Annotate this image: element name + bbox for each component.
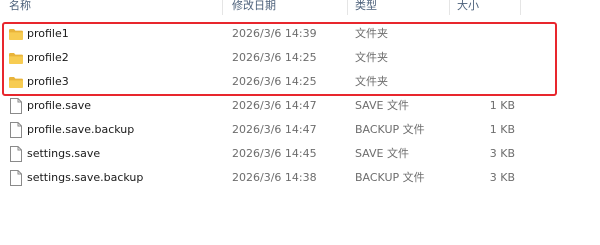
column-header-type[interactable]: 类型: [355, 0, 377, 15]
file-type: SAVE 文件: [355, 99, 409, 112]
file-row[interactable]: profile.save.backup 2026/3/6 14:47 BACKU…: [0, 118, 600, 142]
column-separator[interactable]: [347, 0, 348, 15]
file-row[interactable]: settings.save.backup 2026/3/6 14:38 BACK…: [0, 166, 600, 190]
column-header-bar: 名称 修改日期 类型 大小: [0, 0, 600, 15]
file-icon: [10, 170, 22, 186]
file-type: SAVE 文件: [355, 147, 409, 160]
file-type: BACKUP 文件: [355, 123, 425, 136]
column-header-name[interactable]: 名称: [9, 0, 31, 15]
file-row[interactable]: settings.save 2026/3/6 14:45 SAVE 文件 3 K…: [0, 142, 600, 166]
file-modified-date: 2026/3/6 14:47: [232, 99, 317, 112]
file-name: profile.save: [27, 99, 91, 112]
column-separator[interactable]: [449, 0, 450, 15]
file-icon: [10, 146, 22, 162]
file-name: settings.save: [27, 147, 101, 160]
column-header-size[interactable]: 大小: [457, 0, 479, 15]
file-modified-date: 2026/3/6 14:38: [232, 171, 317, 184]
file-name: settings.save.backup: [27, 171, 144, 184]
file-size: 1 KB: [489, 123, 515, 136]
column-header-date[interactable]: 修改日期: [232, 0, 276, 15]
file-type: BACKUP 文件: [355, 171, 425, 184]
file-icon: [10, 122, 22, 138]
file-name: profile.save.backup: [27, 123, 135, 136]
file-size: 1 KB: [489, 99, 515, 112]
file-icon: [10, 98, 22, 114]
column-separator[interactable]: [520, 0, 521, 15]
file-size: 3 KB: [489, 147, 515, 160]
file-size: 3 KB: [489, 171, 515, 184]
highlight-box: [2, 22, 557, 96]
file-row[interactable]: profile.save 2026/3/6 14:47 SAVE 文件 1 KB: [0, 94, 600, 118]
file-modified-date: 2026/3/6 14:47: [232, 123, 317, 136]
column-separator[interactable]: [222, 0, 223, 15]
file-modified-date: 2026/3/6 14:45: [232, 147, 317, 160]
